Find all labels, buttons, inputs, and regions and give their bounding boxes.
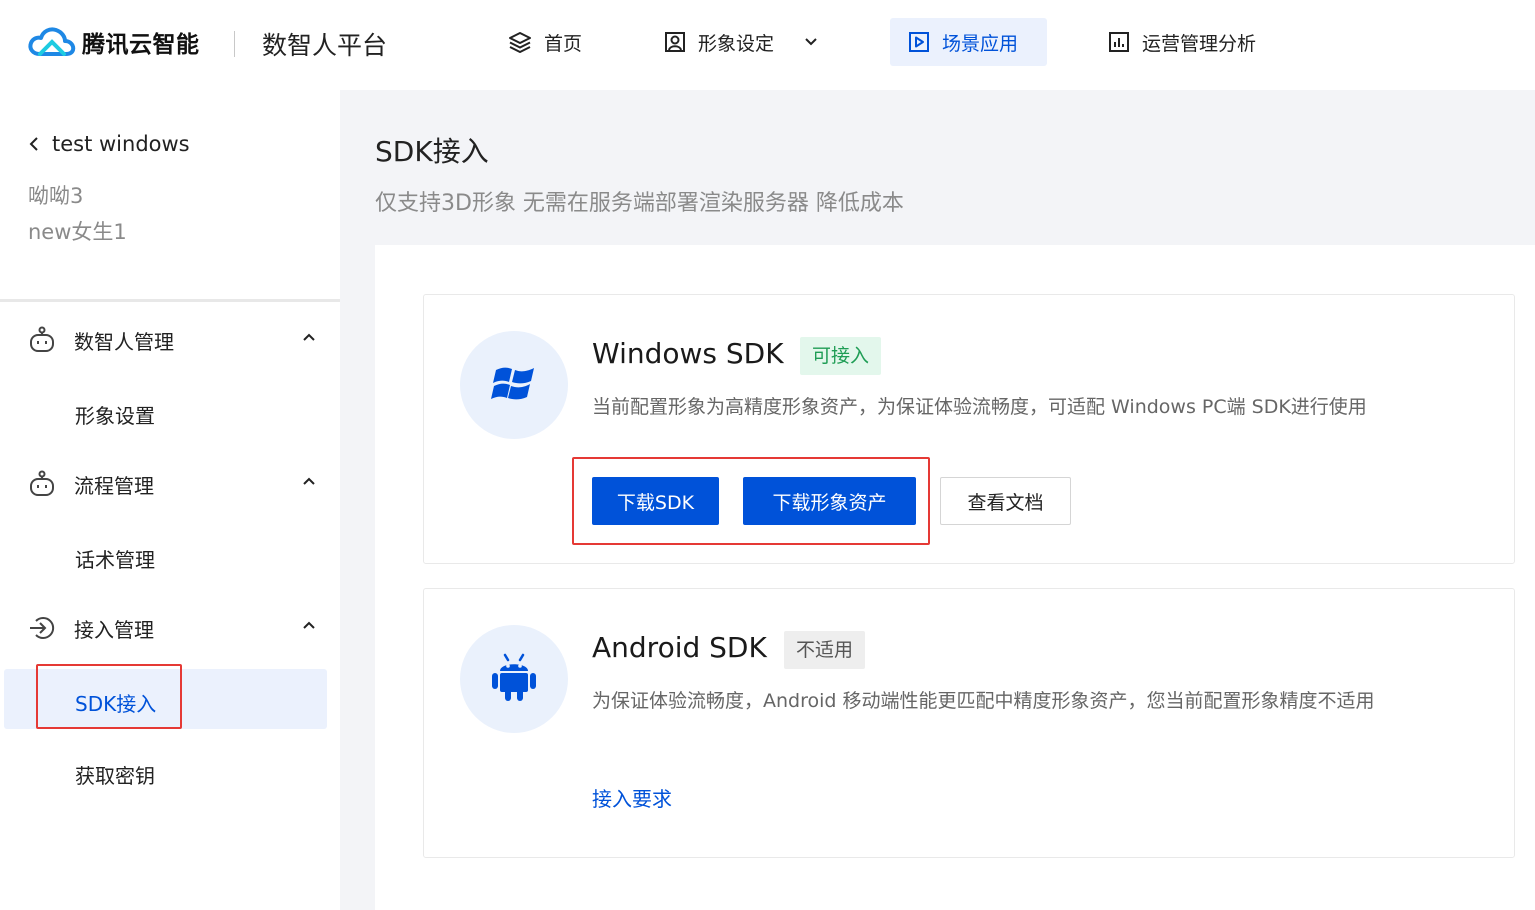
portrait-icon: [664, 31, 686, 53]
sidebar-group-label: 接入管理: [74, 617, 154, 642]
android-icon-badge: [460, 625, 568, 733]
android-icon: [489, 651, 539, 707]
page-title: SDK接入: [375, 135, 489, 168]
status-badge: 可接入: [800, 337, 882, 375]
chevron-left-icon: [28, 136, 40, 152]
main-content: SDK接入 仅支持3D形象 无需在服务端部署渲染服务器 降低成本 Windows…: [340, 90, 1535, 910]
card-title: Windows SDK: [592, 337, 784, 370]
page-description: 仅支持3D形象 无需在服务端部署渲染服务器 降低成本: [375, 191, 904, 216]
platform-name: 数智人平台: [262, 31, 388, 60]
voice-name: new女生1: [28, 220, 127, 244]
access-requirements-link[interactable]: 接入要求: [592, 783, 672, 812]
sidebar-group-digital-human[interactable]: 数智人管理: [28, 320, 318, 360]
nav-avatar-settings-label: 形象设定: [698, 32, 775, 55]
robot-icon: [28, 470, 56, 498]
top-navigation-bar: 腾讯云智能 数智人平台 首页 形象设定 场景应用 运营管理分析: [0, 0, 1535, 90]
windows-sdk-card: Windows SDK 可接入 当前配置形象为高精度形象资产，为保证体验流畅度，…: [423, 294, 1515, 564]
chevron-up-icon[interactable]: [302, 620, 316, 630]
bar-chart-icon: [1108, 31, 1130, 53]
nav-scene-apps-label: 场景应用: [942, 32, 1019, 55]
cloud-logo-icon: [26, 24, 76, 60]
nav-operations-analysis[interactable]: 运营管理分析: [1090, 18, 1274, 66]
sidebar-group-label: 流程管理: [74, 473, 154, 498]
login-icon: [28, 614, 56, 642]
nav-home-label: 首页: [544, 32, 583, 55]
android-sdk-card: Android SDK 不适用 为保证体验流畅度，Android 移动端性能更匹…: [423, 588, 1515, 858]
chevron-up-icon[interactable]: [302, 332, 316, 342]
nav-operations-analysis-label: 运营管理分析: [1142, 32, 1257, 55]
back-link[interactable]: test windows: [28, 132, 190, 156]
card-description: 为保证体验流畅度，Android 移动端性能更匹配中精度形象资产，您当前配置形象…: [592, 690, 1375, 712]
card-description: 当前配置形象为高精度形象资产，为保证体验流畅度，可适配 Windows PC端 …: [592, 396, 1367, 418]
layers-icon: [508, 31, 532, 53]
sdk-panel: Windows SDK 可接入 当前配置形象为高精度形象资产，为保证体验流畅度，…: [375, 245, 1535, 910]
sidebar-group-process[interactable]: 流程管理: [28, 464, 318, 504]
status-badge: 不适用: [784, 631, 866, 669]
highlight-box: [572, 457, 930, 545]
card-title: Android SDK: [592, 631, 767, 664]
nav-home[interactable]: 首页: [490, 18, 600, 66]
brand-logo[interactable]: 腾讯云智能: [26, 24, 200, 60]
highlight-box: [36, 664, 182, 729]
robot-icon: [28, 326, 56, 354]
sidebar-item-avatar-setup[interactable]: 形象设置: [75, 400, 155, 429]
sidebar-group-access[interactable]: 接入管理: [28, 608, 318, 648]
nav-scene-apps[interactable]: 场景应用: [890, 18, 1047, 66]
brand-name: 腾讯云智能: [82, 32, 200, 58]
sidebar-item-script-management[interactable]: 话术管理: [75, 544, 155, 573]
play-icon: [908, 31, 930, 53]
avatar-name: 呦呦3: [28, 184, 84, 208]
back-link-label: test windows: [52, 132, 190, 156]
sidebar-divider: [0, 299, 340, 302]
view-docs-button[interactable]: 查看文档: [940, 477, 1071, 525]
header-divider: [234, 31, 235, 57]
windows-icon: [490, 362, 538, 408]
chevron-down-icon[interactable]: [804, 37, 818, 47]
sidebar-group-label: 数智人管理: [74, 329, 174, 354]
windows-icon-badge: [460, 331, 568, 439]
sidebar: test windows 呦呦3 new女生1 数智人管理 形象设置 流程管理 …: [0, 90, 340, 910]
sidebar-item-get-key[interactable]: 获取密钥: [75, 760, 155, 789]
chevron-up-icon[interactable]: [302, 476, 316, 486]
nav-avatar-settings[interactable]: 形象设定: [646, 18, 836, 66]
